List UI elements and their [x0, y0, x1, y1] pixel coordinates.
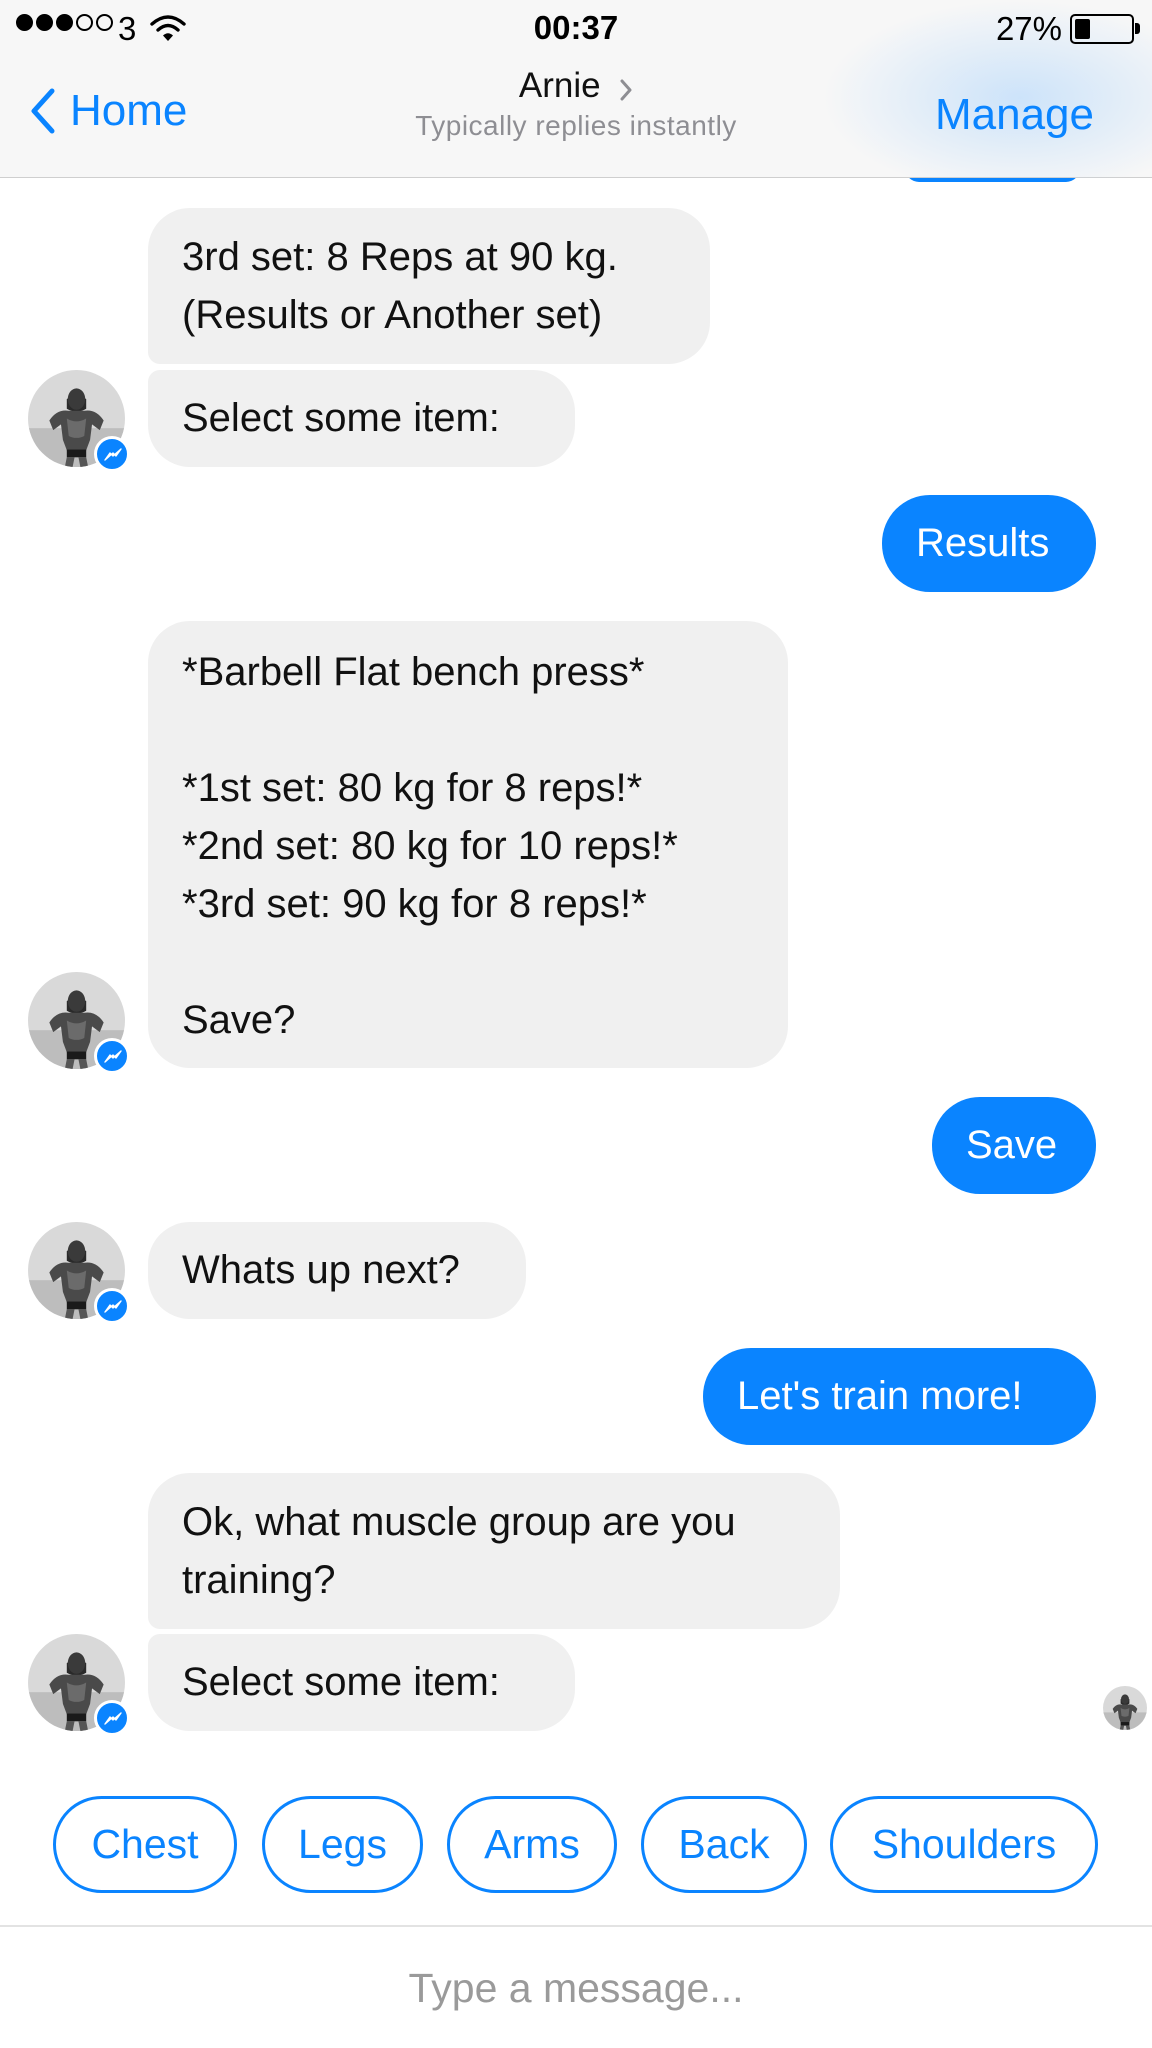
battery-tip: [1135, 23, 1140, 34]
contact-name: Arnie: [518, 66, 601, 105]
bot-message: Select some item:: [148, 370, 575, 467]
user-message: Results: [882, 495, 1096, 592]
message-composer: [0, 1925, 1152, 2048]
status-bar: 3 00:37 27%: [0, 0, 1152, 58]
messenger-icon: [94, 1038, 130, 1074]
messenger-icon: [94, 1288, 130, 1324]
bot-message: Ok, what muscle group are you training?: [148, 1473, 840, 1629]
bot-message: Select some item:: [148, 1634, 575, 1731]
message-input[interactable]: [0, 1927, 1152, 2048]
quick-reply-shoulders[interactable]: Shoulders: [830, 1796, 1098, 1893]
navigation-bar: 3 00:37 27% Home Arnie Typically replies…: [0, 0, 1152, 178]
messenger-icon: [94, 436, 130, 472]
quick-reply-chest[interactable]: Chest: [53, 1796, 237, 1893]
bot-message: 3rd set: 8 Reps at 90 kg. (Results or An…: [148, 208, 710, 364]
chevron-right-icon: [619, 79, 633, 106]
quick-reply-legs[interactable]: Legs: [262, 1796, 423, 1893]
status-time: 00:37: [533, 9, 619, 46]
bot-message: *Barbell Flat bench press* *1st set: 80 …: [148, 621, 788, 1068]
messenger-icon: [94, 1700, 130, 1736]
battery-percentage: 27%: [995, 10, 1062, 47]
quick-reply-back[interactable]: Back: [641, 1796, 807, 1893]
user-message: Let's train more!: [703, 1348, 1096, 1445]
user-message: Save: [932, 1097, 1096, 1194]
read-receipt-avatar: [1103, 1686, 1147, 1730]
battery-icon: [1070, 14, 1134, 44]
quick-reply-arms[interactable]: Arms: [447, 1796, 617, 1893]
bot-message: Whats up next?: [148, 1222, 526, 1319]
manage-button[interactable]: Manage: [935, 90, 1094, 140]
